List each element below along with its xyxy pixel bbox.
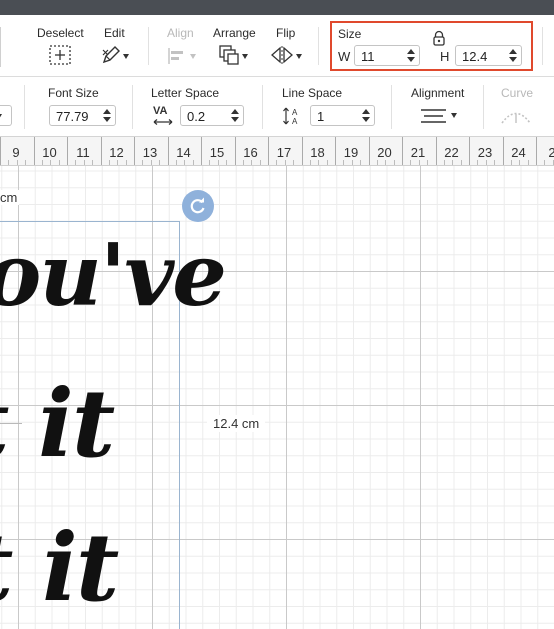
letter-space-icon: VA [152,105,174,127]
ruler-tick-label: 15 [209,145,225,160]
ruler-tick-label: 21 [410,145,426,160]
toolbar-divider [148,27,149,65]
toolbar-divider [0,27,1,67]
stepper-arrows-icon[interactable] [231,108,239,123]
ruler-tick-label: 12 [109,145,124,160]
arrange-label: Arrange [213,26,256,40]
chevron-down-icon [190,54,196,59]
edit-label: Edit [104,26,125,40]
svg-text:A: A [292,117,298,126]
top-ruler: 9 10 11 12 13 14 15 16 17 18 19 20 21 22 23 24 2 [0,137,554,166]
align-button[interactable] [166,46,198,66]
height-dimension-label: 12.4 cm [207,415,266,432]
ruler-tick-label: 20 [377,145,392,160]
ruler-tick-label: 10 [42,145,57,160]
design-canvas[interactable]: cm 12.4 cm ou've t it t it [0,166,554,629]
flip-icon [271,46,293,64]
curve-label: Curve [501,86,534,100]
line-space-value: 1 [317,109,325,124]
flip-button[interactable] [270,44,304,66]
alignment-button[interactable] [420,107,460,127]
ruler-tick-label: 9 [12,145,20,160]
align-left-icon [168,48,183,64]
letter-space-icon-text: VA [153,105,168,117]
line-space-input[interactable]: 1 [310,105,375,126]
line-space-arrows-icon: A A [283,107,298,126]
arrange-layers-icon [219,45,239,65]
alignment-label: Alignment [411,86,465,100]
font-size-input[interactable]: 77.79 [49,105,116,126]
svg-text:A: A [292,108,298,117]
font-size-label: Font Size [48,86,99,100]
chevron-down-icon [123,54,129,59]
stepper-arrows-icon[interactable] [362,108,370,123]
ruler-tick-label: 2 [548,145,554,160]
toolbar-divider [262,85,263,129]
letter-space-value: 0.2 [187,109,206,124]
ruler-tick-label: 13 [142,145,158,160]
pencil-icon [102,46,120,64]
chevron-down-icon [0,114,2,119]
ruler-tick-label: 22 [444,145,459,160]
ruler-tick-label: 17 [276,145,292,160]
font-size-value: 77.79 [56,109,89,124]
edit-button[interactable] [100,44,132,66]
ruler-tick-label: 23 [477,145,493,160]
toolbar-divider [132,85,133,129]
chevron-down-icon [296,54,302,59]
ruler-tick-label: 24 [511,145,526,160]
toolbar-divider [391,85,392,129]
ruler-tick-label: 19 [343,145,359,160]
size-highlight-box [330,21,533,71]
ruler-tick-label: 16 [243,145,258,160]
curve-arc-icon [501,112,531,124]
text-toolbar: Font Size 77.79 Letter Space VA 0.2 Line… [0,77,554,137]
toolbar-divider [318,27,319,65]
line-space-label: Line Space [282,86,343,100]
rotate-icon [190,197,205,214]
canvas-text-line-3[interactable]: t it [0,513,119,623]
font-style-select[interactable] [0,105,12,126]
deselect-icon [49,45,71,65]
align-label: Align [167,26,194,40]
letter-space-input[interactable]: 0.2 [180,105,244,126]
rotate-handle[interactable] [182,190,214,222]
toolbar-divider [483,85,484,129]
chevron-down-icon [242,54,248,59]
arrange-button[interactable] [218,44,250,66]
toolbar-divider [24,85,25,129]
width-dimension-label: cm [0,190,20,205]
ruler-tick-label: 18 [310,145,325,160]
toolbar-divider [542,27,543,65]
deselect-button[interactable] [48,44,72,66]
window-title-bar [0,0,554,15]
curve-button[interactable] [500,106,534,126]
double-arrow-icon [153,119,173,125]
chevron-down-icon [451,113,457,118]
deselect-label: Deselect [37,26,84,40]
ruler-tick-label: 14 [176,145,191,160]
line-space-icon: A A [282,105,304,127]
ruler-tick-label: 11 [76,145,90,160]
stepper-arrows-icon[interactable] [103,108,111,123]
canvas-text-line-1[interactable]: ou've [0,226,227,326]
text-align-icon [421,109,446,123]
flip-label: Flip [276,26,296,40]
canvas-text-line-2[interactable]: t it [0,369,115,479]
letter-space-label: Letter Space [151,86,220,100]
